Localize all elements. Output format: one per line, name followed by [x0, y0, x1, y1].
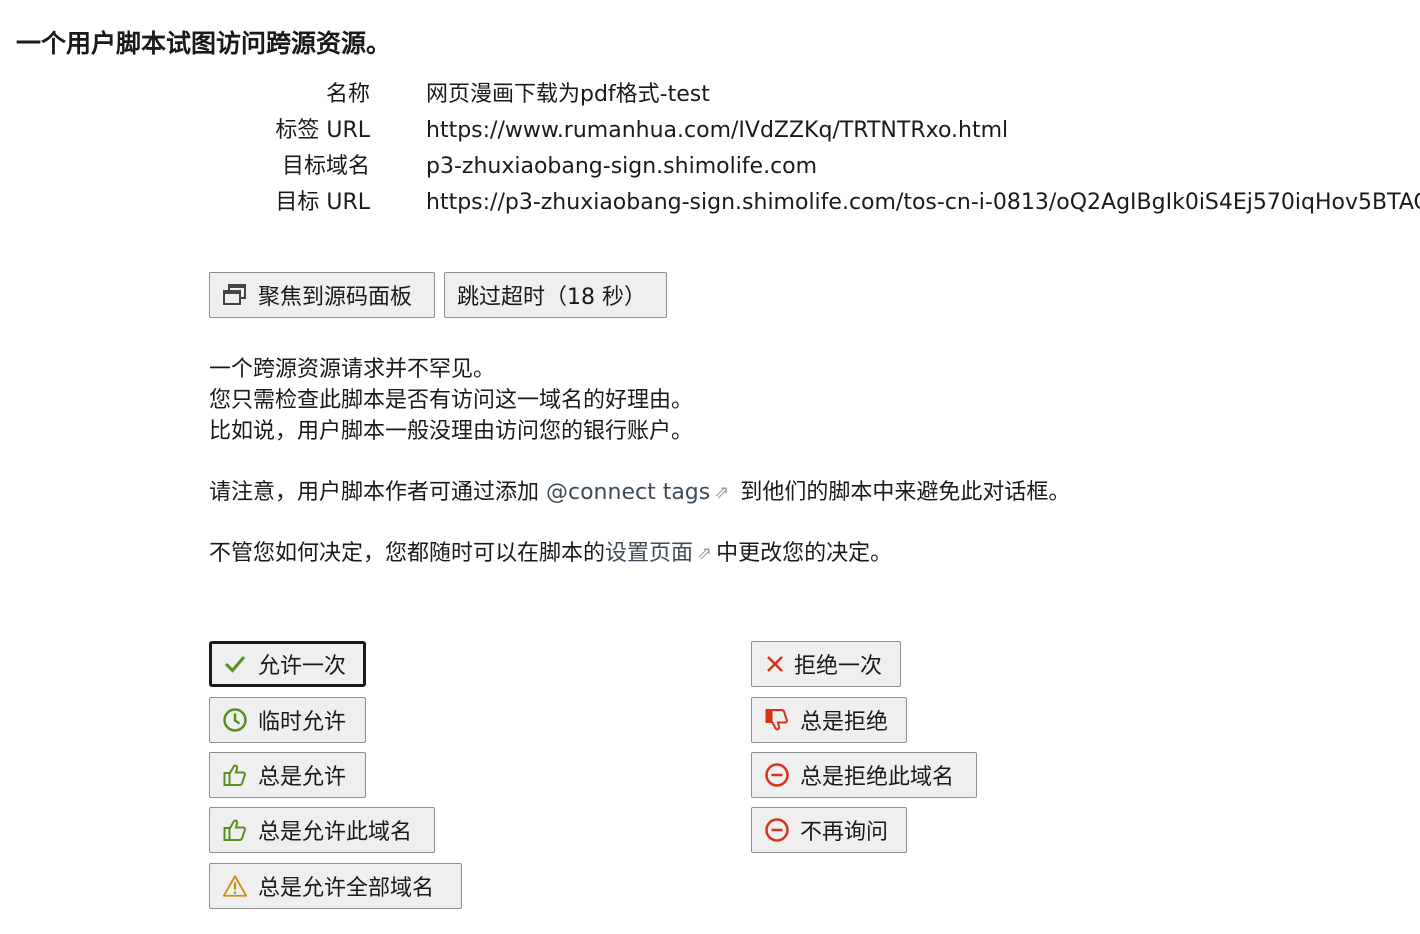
allow-temporarily-button[interactable]: 临时允许 [209, 697, 366, 743]
info-row-target-domain: 目标域名 p3-zhuxiaobang-sign.shimolife.com [0, 149, 1420, 185]
focus-source-label: 聚焦到源码面板 [258, 285, 413, 310]
info-label-target-url: 目标 URL [275, 190, 370, 215]
info-row-target-url: 目标 URL https://p3-zhuxiaobang-sign.shimo… [0, 185, 1420, 221]
always-deny-label: 总是拒绝 [800, 710, 889, 735]
always-allow-all-domains-label: 总是允许全部域名 [258, 876, 435, 901]
always-allow-domain-label: 总是允许此域名 [258, 820, 413, 845]
external-link-icon: ⇗ [714, 482, 730, 503]
always-allow-label: 总是允许 [258, 765, 347, 790]
allow-once-button[interactable]: 允许一次 [209, 641, 366, 687]
request-info: 名称 网页漫画下载为pdf格式-test 标签 URL https://www.… [0, 77, 1420, 221]
focus-source-button[interactable]: 聚焦到源码面板 [209, 272, 435, 318]
always-deny-domain-button[interactable]: 总是拒绝此域名 [751, 752, 977, 798]
window-stack-icon [222, 282, 248, 308]
always-allow-button[interactable]: 总是允许 [209, 752, 366, 798]
info-row-tab-url: 标签 URL https://www.rumanhua.com/IVdZZKq/… [0, 113, 1420, 149]
always-deny-button[interactable]: 总是拒绝 [751, 697, 907, 743]
info-value-target-domain: p3-zhuxiaobang-sign.shimolife.com [426, 154, 818, 179]
x-icon [764, 651, 786, 677]
clock-icon [222, 707, 248, 733]
info-label-name: 名称 [325, 82, 370, 107]
note-line-1: 一个跨源资源请求并不罕见。 [209, 357, 496, 382]
info-row-name: 名称 网页漫画下载为pdf格式-test [0, 77, 1420, 113]
info-value-name: 网页漫画下载为pdf格式-test [426, 82, 710, 107]
skip-timeout-button[interactable]: 跳过超时（18 秒） [444, 272, 667, 318]
never-ask-button[interactable]: 不再询问 [751, 807, 907, 853]
thumbs-up-icon [222, 817, 248, 843]
minus-circle-icon [764, 762, 790, 788]
connect-tags-note: 请注意，用户脚本作者可通过添加 @connect tags ⇗ 到他们的脚本中来避… [209, 477, 1070, 508]
always-allow-all-domains-button[interactable]: 总是允许全部域名 [209, 863, 462, 909]
info-label-tab-url: 标签 URL [275, 118, 370, 143]
deny-once-label: 拒绝一次 [794, 654, 883, 679]
always-deny-domain-label: 总是拒绝此域名 [800, 765, 955, 790]
deny-once-button[interactable]: 拒绝一次 [751, 641, 901, 687]
note-line-2: 您只需检查此脚本是否有访问这一域名的好理由。 [209, 388, 694, 413]
thumbs-up-icon [222, 762, 248, 788]
page-title: 一个用户脚本试图访问跨源资源。 [16, 29, 392, 58]
skip-timeout-label: 跳过超时（18 秒） [457, 285, 646, 310]
minus-circle-icon [764, 817, 790, 843]
allow-once-label: 允许一次 [258, 654, 347, 679]
thumbs-down-icon [764, 707, 790, 733]
external-link-icon: ⇗ [697, 543, 713, 564]
never-ask-label: 不再询问 [800, 820, 889, 845]
always-allow-domain-button[interactable]: 总是允许此域名 [209, 807, 435, 853]
connect-dialog: 一个用户脚本试图访问跨源资源。 名称 网页漫画下载为pdf格式-test 标签 … [0, 0, 1420, 934]
info-label-target-domain: 目标域名 [281, 154, 370, 179]
connect-tags-link[interactable]: @connect tags [546, 480, 710, 505]
warning-icon [222, 873, 248, 899]
checkmark-icon [222, 651, 248, 677]
info-value-target-url: https://p3-zhuxiaobang-sign.shimolife.co… [426, 190, 1420, 215]
note-line-3: 比如说，用户脚本一般没理由访问您的银行账户。 [209, 419, 694, 444]
settings-page-link[interactable]: 设置页面 [605, 541, 693, 566]
settings-note: 不管您如何决定，您都随时可以在脚本的设置页面 ⇗ 中更改您的决定。 [209, 538, 1070, 569]
info-value-tab-url: https://www.rumanhua.com/IVdZZKq/TRTNTRx… [426, 118, 1009, 143]
allow-temporarily-label: 临时允许 [258, 710, 347, 735]
explanation-text: 一个跨源资源请求并不罕见。 您只需检查此脚本是否有访问这一域名的好理由。 比如说… [209, 354, 1070, 569]
